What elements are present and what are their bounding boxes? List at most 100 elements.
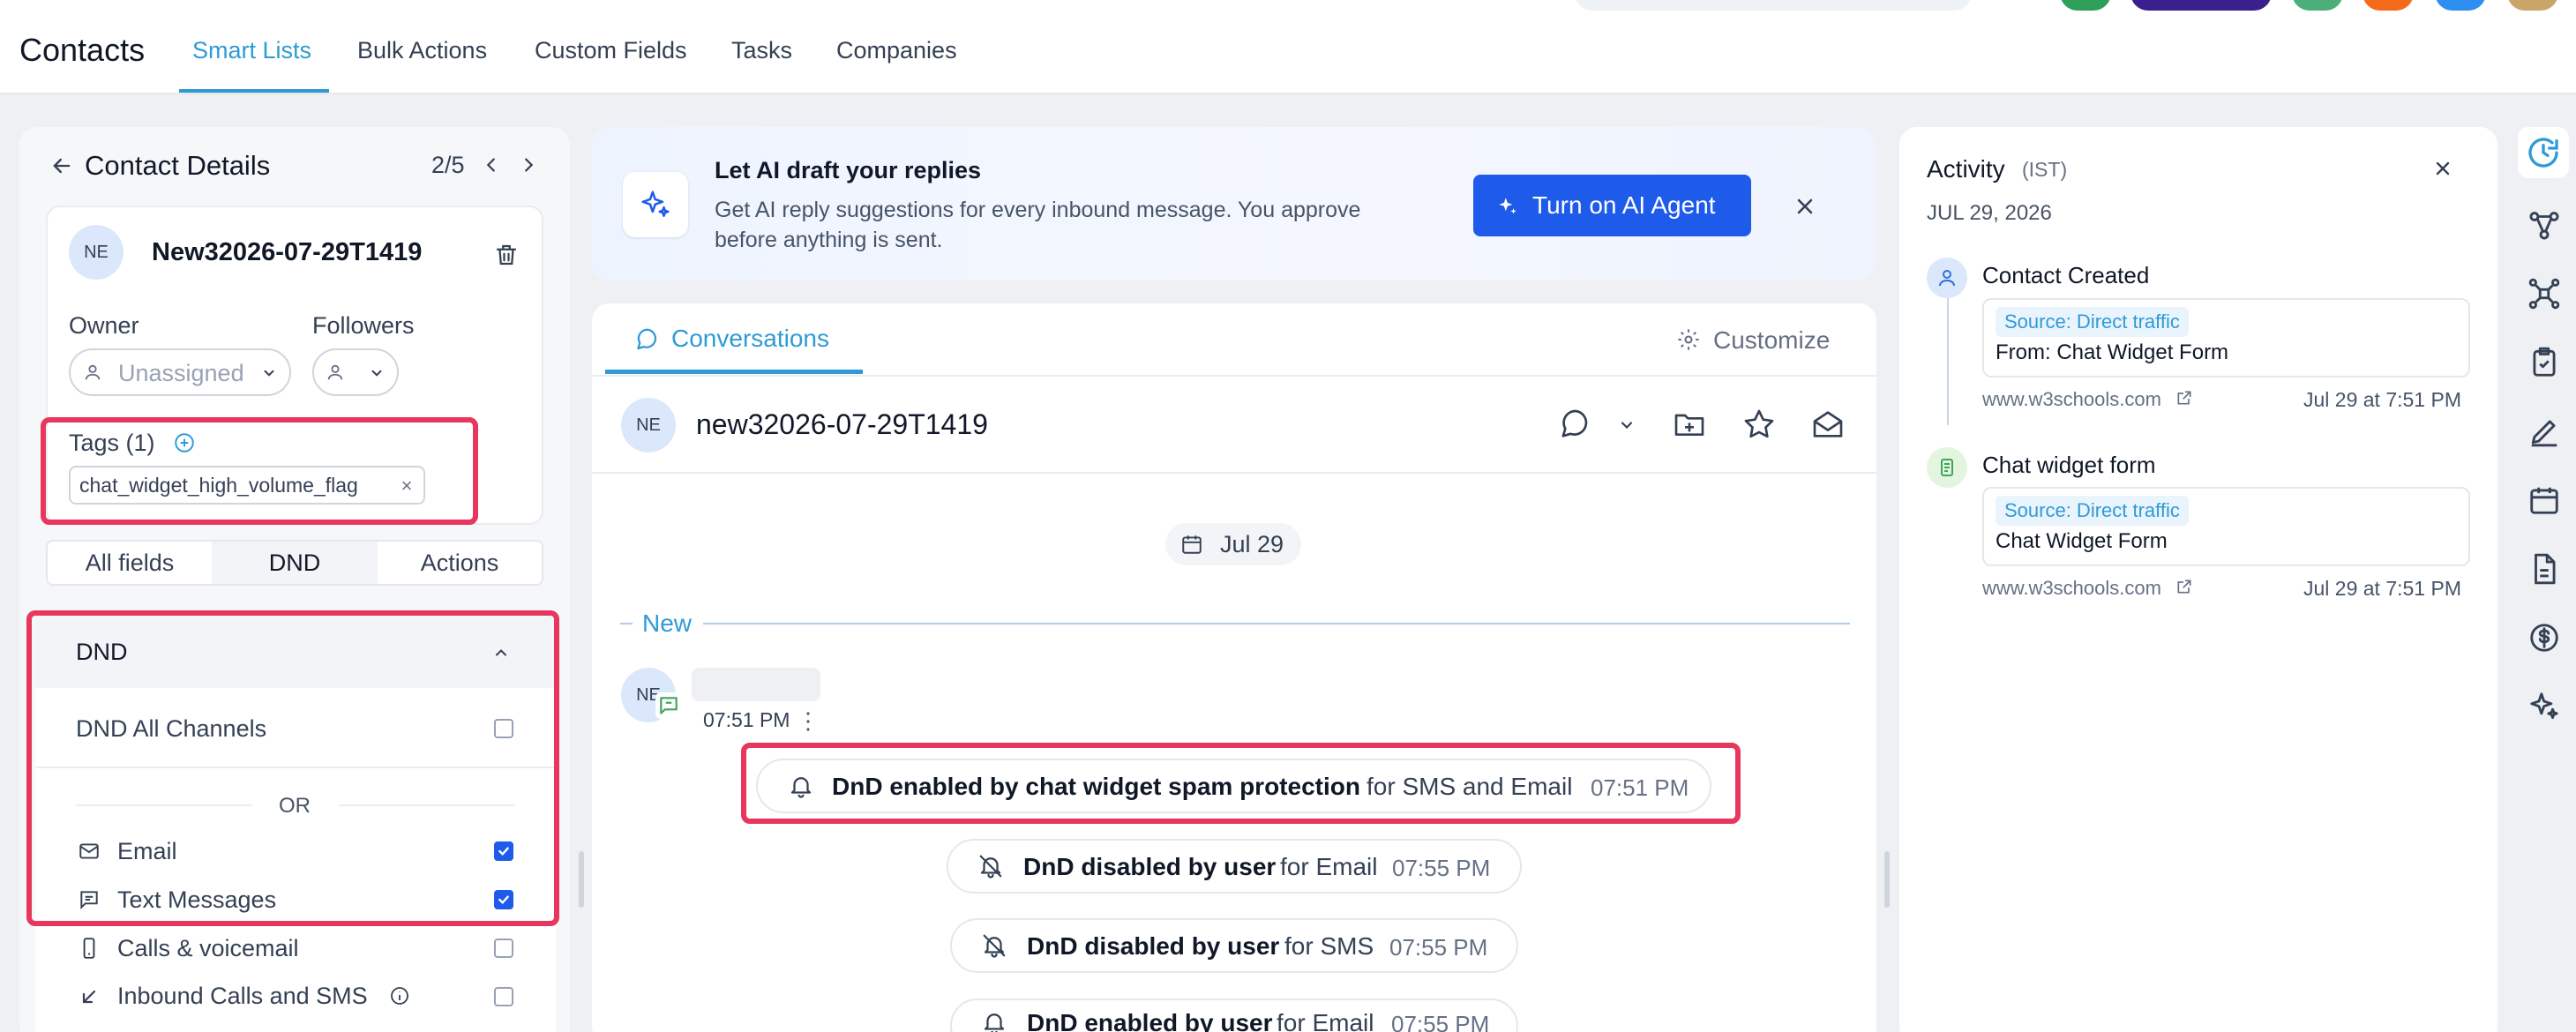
avatar[interactable] <box>2363 0 2414 11</box>
subtab-all-fields[interactable]: All fields <box>48 542 212 584</box>
dnd-event-channels: for SMS and Email <box>1367 773 1573 800</box>
chevron-down-icon <box>367 363 386 383</box>
tab-custom-fields[interactable]: Custom Fields <box>535 37 687 64</box>
clipboard-check-icon[interactable] <box>2525 343 2564 382</box>
pager-count: 2/5 <box>431 152 465 178</box>
divider <box>592 472 1876 474</box>
dollar-icon[interactable] <box>2525 618 2564 657</box>
chevron-up-icon[interactable] <box>490 641 513 664</box>
owner-label: Owner <box>69 312 139 339</box>
bell-icon <box>979 1007 1009 1032</box>
divider <box>592 375 1876 377</box>
network-icon[interactable] <box>2525 274 2564 313</box>
tab-conversations[interactable]: Conversations <box>671 325 829 353</box>
avatar[interactable] <box>2292 0 2343 11</box>
followers-label: Followers <box>312 312 415 339</box>
resize-handle[interactable] <box>579 851 584 908</box>
channel-email-label: Email <box>117 838 177 864</box>
activity-link[interactable]: www.w3schools.com <box>1982 577 2161 600</box>
conversation-contact-name: new32026-07-29T1419 <box>696 408 988 440</box>
activity-source-badge: Source: Direct traffic <box>1996 496 2189 526</box>
avatar[interactable] <box>2060 0 2111 11</box>
subtab-dnd[interactable]: DND <box>212 542 378 584</box>
or-label: OR <box>279 794 311 818</box>
add-tag-icon[interactable] <box>172 430 197 455</box>
chat-bubble-icon <box>633 325 662 354</box>
search-bar[interactable] <box>1575 0 1972 11</box>
workflow-icon[interactable] <box>2525 206 2564 244</box>
dnd-event-channels: for Email <box>1280 853 1378 880</box>
sparkles-icon <box>1494 193 1521 220</box>
turn-on-ai-agent-label: Turn on AI Agent <box>1532 191 1716 219</box>
avatar[interactable] <box>2507 0 2558 11</box>
chevron-down-icon[interactable] <box>1616 415 1637 436</box>
divider <box>620 623 633 624</box>
user-icon <box>324 361 347 384</box>
tab-bulk-actions[interactable]: Bulk Actions <box>357 37 487 64</box>
more-vertical-icon[interactable]: ⋮ <box>797 707 820 734</box>
trash-icon[interactable] <box>488 236 525 273</box>
close-icon[interactable] <box>2428 153 2458 183</box>
resize-handle[interactable] <box>1884 851 1890 908</box>
phone-icon <box>76 935 102 961</box>
channel-calls-label: Calls & voicemail <box>117 935 299 961</box>
activity-time: Jul 29 at 7:51 PM <box>2303 577 2461 600</box>
dnd-event-time: 07:55 PM <box>1389 934 1488 961</box>
app-title: Contacts <box>19 32 146 68</box>
channel-inbound-label: Inbound Calls and SMS <box>117 983 368 1009</box>
activity-clock-icon[interactable] <box>2518 127 2569 178</box>
close-icon[interactable] <box>1787 189 1823 224</box>
info-icon[interactable] <box>388 984 411 1007</box>
subtab-actions[interactable]: Actions <box>378 542 542 584</box>
form-icon <box>1927 447 1967 488</box>
star-icon[interactable] <box>1739 404 1779 445</box>
activity-source-badge: Source: Direct traffic <box>1996 307 2189 337</box>
dnd-event-text: DnD enabled by chat widget spam protecti… <box>832 773 1360 800</box>
chevron-left-icon[interactable] <box>478 150 505 180</box>
calendar-icon <box>1179 532 1204 557</box>
top-pill-button[interactable] <box>2130 0 2272 11</box>
pencil-icon[interactable] <box>2525 412 2564 451</box>
channel-inbound-checkbox[interactable] <box>494 987 513 1006</box>
tab-tasks[interactable]: Tasks <box>731 37 792 64</box>
activity-detail: From: Chat Widget Form <box>1996 340 2229 364</box>
document-icon[interactable] <box>2525 550 2564 588</box>
external-link-icon[interactable] <box>2174 387 2195 408</box>
channel-text-checkbox[interactable] <box>494 890 513 909</box>
active-tab-indicator <box>605 370 863 374</box>
tags-label: Tags (1) <box>69 430 155 456</box>
bell-icon <box>786 771 816 801</box>
channel-calls-checkbox[interactable] <box>494 939 513 958</box>
dnd-event-time: 07:55 PM <box>1392 855 1491 881</box>
divider <box>76 804 252 806</box>
tab-companies[interactable]: Companies <box>836 37 957 64</box>
channel-email-checkbox[interactable] <box>494 841 513 861</box>
chat-bubble-icon[interactable] <box>1555 404 1596 445</box>
back-arrow-icon[interactable] <box>46 150 78 182</box>
divider <box>35 767 556 768</box>
top-bar: Contacts Smart Lists Bulk Actions Custom… <box>0 0 2576 94</box>
customize-button[interactable]: Customize <box>1713 326 1830 355</box>
ai-banner-body-line1: Get AI reply suggestions for every inbou… <box>715 198 1361 222</box>
activity-item-title: Chat widget form <box>1982 452 2156 478</box>
sparkles-icon <box>623 172 688 237</box>
gear-icon[interactable] <box>1674 325 1703 354</box>
external-link-icon[interactable] <box>2174 576 2195 597</box>
dnd-event-channels: for SMS <box>1284 932 1374 960</box>
channel-text-label: Text Messages <box>117 886 277 913</box>
avatar[interactable] <box>2435 0 2486 11</box>
tab-smart-lists[interactable]: Smart Lists <box>192 37 311 64</box>
owner-value: Unassigned <box>118 360 244 386</box>
tag-remove-icon[interactable]: × <box>397 475 416 497</box>
activity-link[interactable]: www.w3schools.com <box>1982 388 2161 411</box>
bell-off-icon <box>979 931 1009 961</box>
divider <box>339 804 515 806</box>
folder-add-icon[interactable] <box>1669 404 1710 445</box>
mail-open-icon[interactable] <box>1808 404 1848 445</box>
calendar-icon[interactable] <box>2525 481 2564 520</box>
chevron-right-icon[interactable] <box>515 150 542 180</box>
sparkles-icon[interactable] <box>2525 687 2564 726</box>
dnd-event-time: 07:51 PM <box>1591 774 1689 801</box>
dnd-all-channels-checkbox[interactable] <box>494 719 513 738</box>
dnd-section-title: DND <box>76 639 128 665</box>
